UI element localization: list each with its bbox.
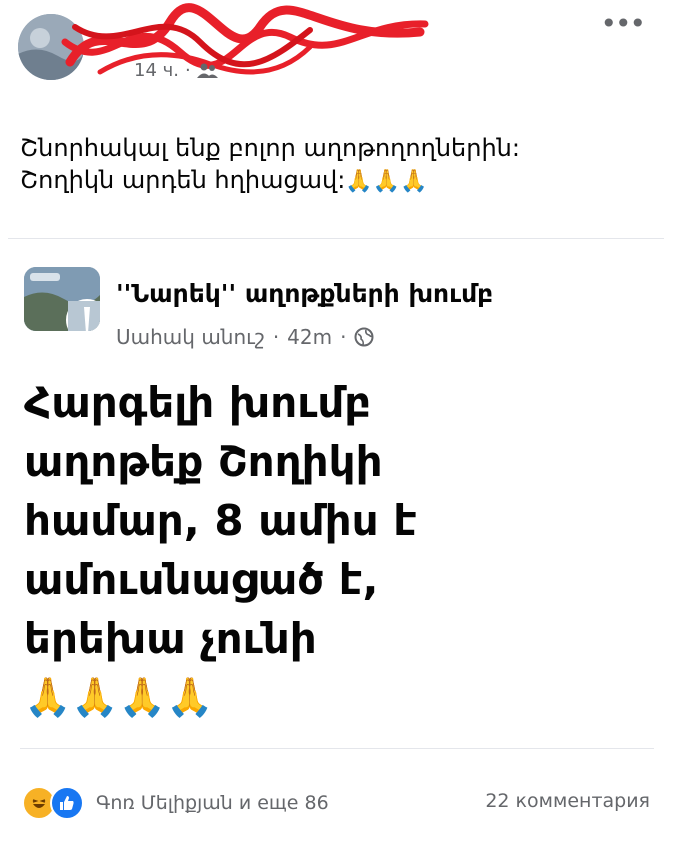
reactions-text[interactable]: Գոռ Մելիքյան и еще 86 (96, 792, 329, 814)
praying-hands-emojis: 🙏🙏🙏 (345, 169, 428, 194)
shared-post[interactable]: ''Նարեկ'' աղոթքների խումբ Սահակ անուշ · … (8, 238, 664, 759)
footer-divider (20, 748, 654, 749)
meta-separator: · (272, 325, 280, 349)
shared-time[interactable]: 42m (287, 325, 332, 349)
post-text-line-1: Շնորհակալ ենք բոլոր աղոթողողներին: (20, 134, 520, 162)
group-name-link[interactable]: ''Նարեկ'' աղոթքների խումբ (116, 279, 493, 308)
shared-author-name[interactable]: Սահակ անուշ (116, 325, 265, 349)
group-avatar[interactable] (24, 267, 100, 331)
author-small-avatar[interactable] (66, 299, 100, 331)
thumbs-up-icon (60, 796, 74, 810)
like-reaction-icon (50, 786, 84, 820)
meta-separator: · (184, 60, 191, 81)
shared-text-line: աղոթեք Շողիկի (24, 437, 383, 486)
friends-icon (196, 63, 218, 78)
author-small-avatar-image (68, 301, 100, 331)
more-options-icon[interactable]: ••• (600, 10, 646, 38)
shared-text-line: Հարգելի խումբ (24, 378, 372, 427)
haha-face-icon (32, 799, 46, 808)
redaction-scribble (61, 3, 429, 75)
post-body: Շնորհակալ ենք բոլոր աղոթողողներին: Շողիկ… (20, 132, 650, 198)
meta-separator: · (340, 325, 347, 349)
comments-count[interactable]: 22 комментария (485, 790, 650, 812)
post-text-line-2: Շողիկն արդեն հղիացավ: (20, 166, 346, 194)
shared-post-meta: Սահակ անուշ · 42m · (116, 325, 374, 349)
post-time[interactable]: 14 ч. (134, 60, 179, 81)
shared-text-line: երեխա չունի (24, 614, 317, 663)
praying-hands-emojis: 🙏🙏🙏🙏 (24, 675, 214, 719)
globe-icon (354, 327, 374, 347)
shared-post-body: Հարգելի խումբ աղոթեք Շողիկի համար, 8 ամի… (24, 373, 644, 727)
shared-text-line: ամուսնացած է, (24, 555, 379, 604)
post-meta: 14 ч. · (134, 60, 219, 81)
post-card: 14 ч. · ••• Շնորհակալ ենք բոլոր աղոթողող… (0, 0, 674, 848)
shared-text-line: համար, 8 ամիս է (24, 496, 417, 545)
reactions-summary[interactable]: Գոռ Մելիքյան и еще 86 (22, 786, 329, 820)
